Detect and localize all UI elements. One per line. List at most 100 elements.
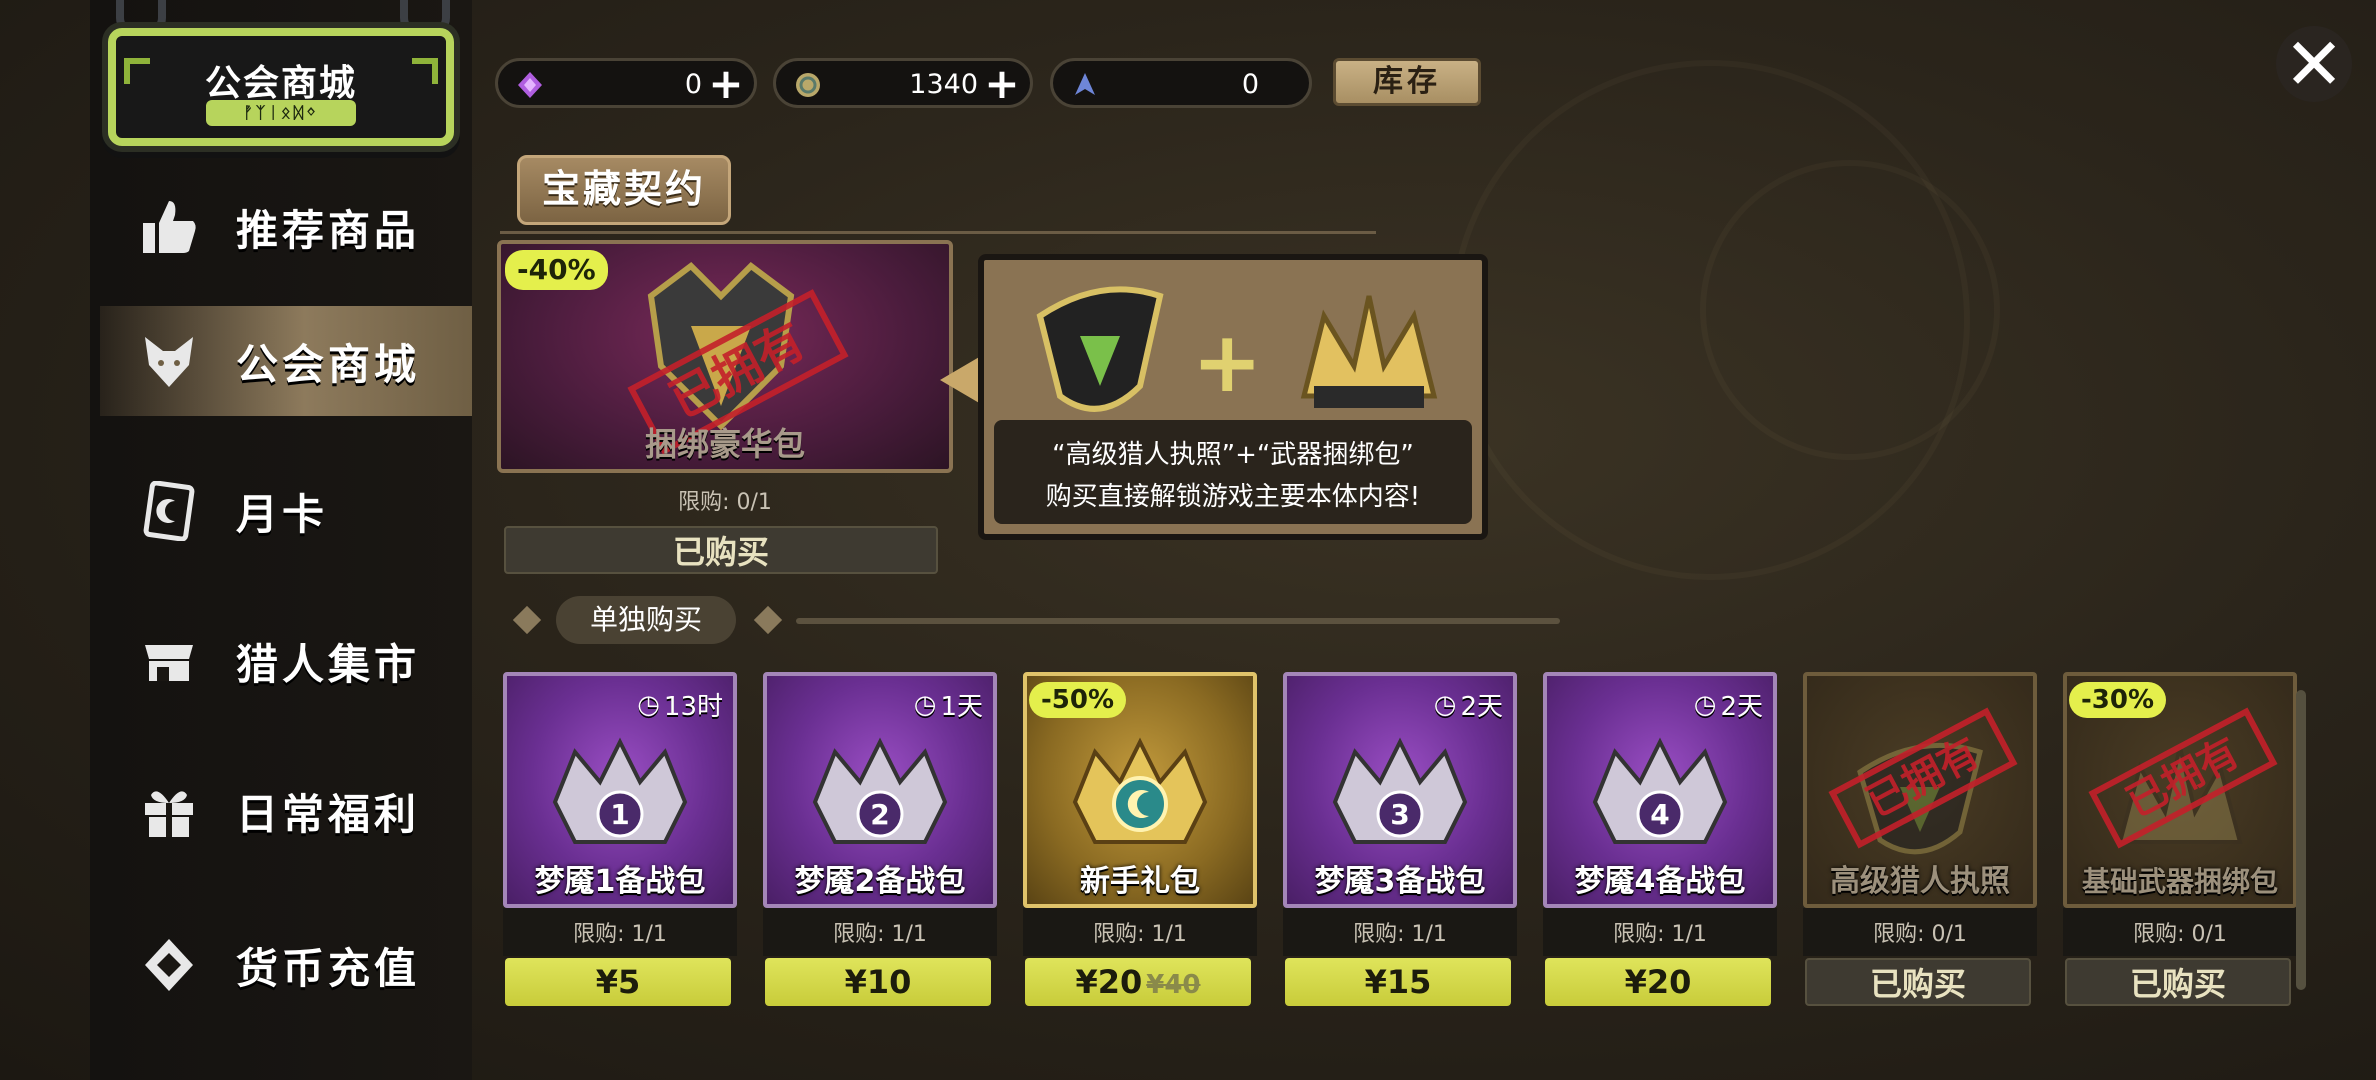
diamond-decoration [753,605,783,635]
sidebar-item-label: 货币充值 [236,943,421,993]
thumbs-up-icon [138,196,200,258]
product-card-starter-pack[interactable]: -50% 新手礼包 [1023,672,1257,908]
bundle-info-panel: + “高级猎人执照”+“武器捆绑包” 购买直接解锁游戏主要本体内容! [978,254,1488,540]
blue-crystal-icon [1075,73,1095,95]
divider [500,231,1376,234]
product-name: 梦魇4备战包 [1574,864,1746,899]
price-button[interactable]: ¥20 [1545,958,1771,1006]
price-button[interactable]: ¥10 [765,958,991,1006]
price-button[interactable]: ¥15 [1285,958,1511,1006]
discount-badge: -50% [1029,682,1127,718]
discount-badge: -40% [505,250,608,290]
nightmare-crest-icon: 4 [1592,737,1728,844]
clock-icon: ◷ [1433,689,1457,720]
info-line-1: “高级猎人执照”+“武器捆绑包” [1052,440,1414,470]
close-icon[interactable]: ✕ [2276,26,2352,102]
shop-title-rune-text: ᚡᛉᛁᛟᛞᛜ [206,100,356,126]
timer-text: 13时 [663,692,723,722]
single-purchase-label: 单独购买 [556,596,736,644]
section-title-treasure-contract: 宝藏契约 [517,155,731,225]
gem-balance: 0 + [495,58,757,108]
product-card-hunter-license[interactable]: 已拥有 高级猎人执照 [1803,672,2037,908]
horizontal-scroll-indicator[interactable] [2296,690,2306,990]
crest-number: 2 [870,798,889,831]
fox-head-icon [138,330,200,392]
add-coins-button[interactable]: + [984,63,1020,105]
background-ornament [1700,160,2000,460]
clock-icon: ◷ [1693,689,1717,720]
add-gems-button[interactable]: + [708,63,744,105]
info-description-box: “高级猎人执照”+“武器捆绑包” 购买直接解锁游戏主要本体内容! [994,420,1472,524]
plus-icon: + [1192,313,1263,411]
purchased-button[interactable]: 已购买 [1805,958,2031,1006]
sidebar-item-label: 月卡 [236,489,329,539]
product-name: 基础武器捆绑包 [2081,865,2278,898]
starter-crest-icon [1072,737,1208,844]
product-card-nightmare-1[interactable]: ◷ 13时 1 梦魇1备战包 [503,672,737,908]
purchase-limit: 限购: 1/1 [1093,922,1187,947]
countdown-timer: ◷ 2天 [1694,686,1763,723]
info-line-2: 购买直接解锁游戏主要本体内容! [1045,482,1421,512]
gem-tag-icon [138,934,200,996]
shop-title-plate: 公会商城 ᚡᛉᛁᛟᛞᛜ [108,28,454,146]
countdown-timer: ◷ 1天 [914,686,983,723]
purchased-button[interactable]: 已购买 [504,526,938,574]
purchase-limit: 限购: 1/1 [573,922,667,947]
featured-bundle-card[interactable]: -40% 已拥有 捆绑豪华包 [497,240,953,473]
purchase-limit: 限购: 1/1 [1613,922,1707,947]
sidebar-item-monthly-card[interactable]: 月卡 [100,456,472,566]
nightmare-crest-icon: 1 [552,737,688,844]
nightmare-crest-icon: 2 [812,737,948,844]
crest-number: 1 [610,798,629,831]
product-name: 梦魇1备战包 [534,864,706,899]
shop-title: 公会商城 [204,63,357,104]
crest-number: 3 [1390,798,1409,831]
sidebar-item-guild-shop[interactable]: 公会商城 [100,306,472,416]
gem-amount: 0 [684,69,702,100]
market-stall-icon [138,630,200,692]
coin-icon [796,73,820,97]
sidebar-item-daily-rewards[interactable]: 日常福利 [100,756,472,866]
crest-number: 4 [1650,798,1669,831]
coin-balance: 1340 + [773,58,1033,108]
purchase-limit: 限购: 0/1 [1873,922,1967,947]
sidebar-item-label: 公会商城 [236,339,421,389]
sidebar-item-recommended[interactable]: 推荐商品 [100,172,472,282]
clock-icon: ◷ [913,689,937,720]
product-name: 梦魇2备战包 [794,864,966,899]
price-text: ¥20 [1075,963,1143,1001]
price-button[interactable]: ¥5 [505,958,731,1006]
divider [796,618,1560,624]
countdown-timer: ◷ 2天 [1434,686,1503,723]
purchase-limit: 限购: 0/1 [678,490,772,515]
sidebar-item-label: 猎人集市 [236,639,421,689]
product-card-nightmare-3[interactable]: ◷ 2天 3 梦魇3备战包 [1283,672,1517,908]
product-name: 新手礼包 [1080,864,1200,899]
purchase-limit: 限购: 0/1 [2133,922,2227,947]
token-amount: 0 [1241,69,1259,100]
product-card-nightmare-4[interactable]: ◷ 2天 4 梦魇4备战包 [1543,672,1777,908]
original-price: ¥40 [1146,970,1201,1000]
timer-text: 2天 [1720,692,1763,722]
sidebar-item-hunter-market[interactable]: 猎人集市 [100,606,472,716]
purple-gem-icon [518,72,542,98]
product-card-nightmare-2[interactable]: ◷ 1天 2 梦魇2备战包 [763,672,997,908]
product-name: 梦魇3备战包 [1314,864,1486,899]
discount-badge: -30% [2069,682,2167,718]
purchase-limit: 限购: 1/1 [1353,922,1447,947]
hunter-license-icon [1036,286,1164,412]
coin-amount: 1340 [909,69,978,100]
product-card-weapon-bundle[interactable]: -30% 已拥有 基础武器捆绑包 [2063,672,2297,908]
timer-text: 1天 [940,692,983,722]
token-balance: 0 [1050,58,1312,108]
weapon-bundle-icon [1300,295,1438,408]
card-icon [138,480,200,542]
sidebar-item-label: 日常福利 [236,789,421,839]
diamond-decoration [512,605,542,635]
price-button[interactable]: ¥20 ¥40 [1025,958,1251,1006]
clock-icon: ◷ [637,689,660,720]
inventory-button[interactable]: 库存 [1333,58,1481,106]
sidebar-item-label: 推荐商品 [236,205,421,255]
sidebar-item-currency-recharge[interactable]: 货币充值 [100,910,472,1020]
purchased-button[interactable]: 已购买 [2065,958,2291,1006]
